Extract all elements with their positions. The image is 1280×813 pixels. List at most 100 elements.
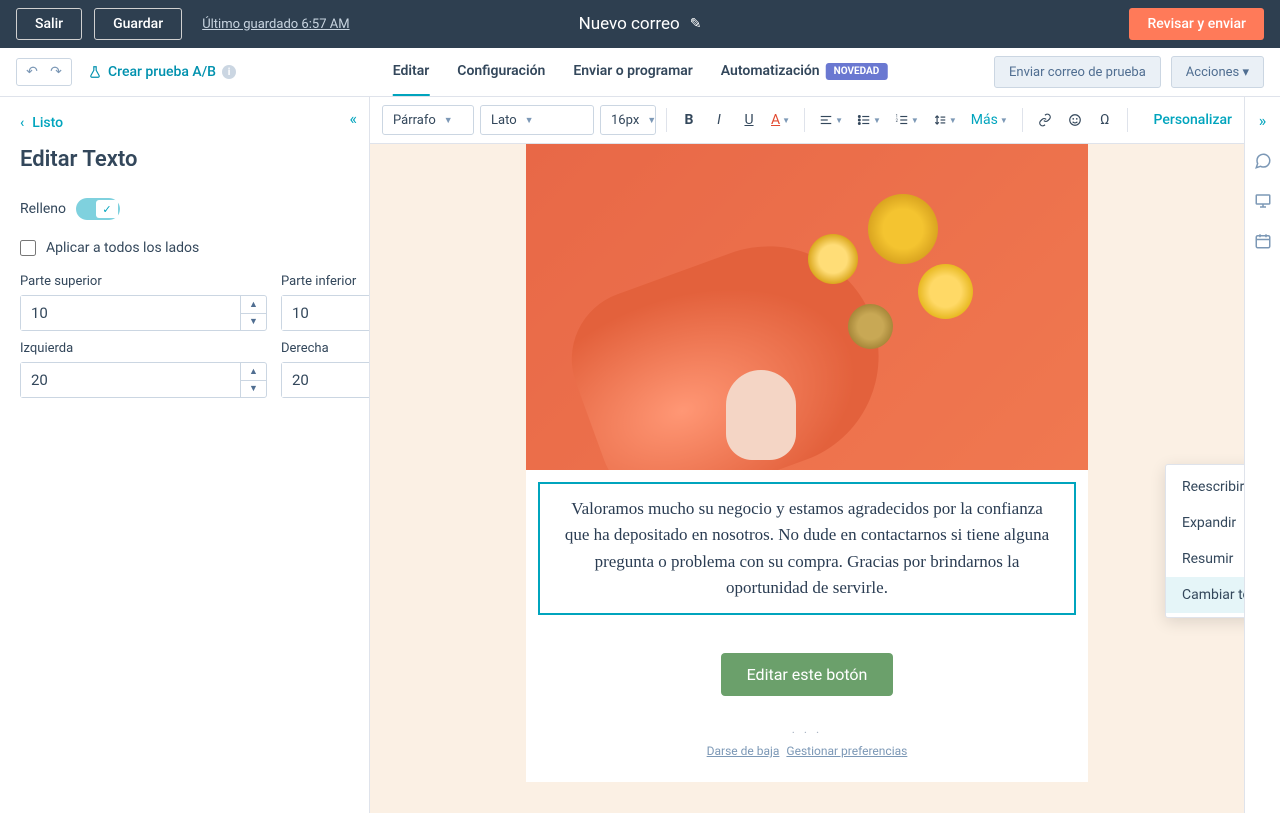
secondary-toolbar: ↶ ↷ Crear prueba A/B i Editar Configurac…	[0, 48, 1280, 97]
left-sidebar: « ‹ Listo Editar Texto Relleno ✓ Aplicar…	[0, 97, 370, 813]
padding-right-input[interactable]	[282, 363, 370, 397]
button-area: Editar este botón	[526, 627, 1088, 722]
ab-test-link[interactable]: Crear prueba A/B i	[88, 64, 236, 80]
padding-top-field: Parte superior ▲ ▼	[20, 274, 267, 331]
stepper-up-icon[interactable]: ▲	[241, 296, 266, 314]
calendar-icon[interactable]	[1254, 232, 1272, 250]
document-title-area: Nuevo correo ✎	[579, 14, 702, 34]
italic-button[interactable]: I	[707, 108, 731, 132]
padding-left-label: Izquierda	[20, 341, 267, 356]
collapse-sidebar-icon[interactable]: «	[349, 109, 357, 128]
display-icon[interactable]	[1254, 192, 1272, 210]
link-button[interactable]	[1033, 108, 1057, 132]
review-send-button[interactable]: Revisar y enviar	[1129, 8, 1264, 40]
tab-automation[interactable]: Automatización NOVEDAD	[721, 48, 887, 96]
email-body: Valoramos mucho su negocio y estamos agr…	[526, 144, 1088, 782]
tab-automation-label: Automatización	[721, 63, 820, 79]
font-value: Lato	[491, 113, 517, 128]
padding-top-label: Parte superior	[20, 274, 267, 289]
padding-toggle[interactable]: ✓	[76, 198, 120, 220]
stepper-down-icon[interactable]: ▼	[241, 314, 266, 331]
redo-button[interactable]: ↷	[46, 64, 66, 80]
top-header: Salir Guardar Último guardado 6:57 AM Nu…	[0, 0, 1280, 48]
bold-button[interactable]: B	[677, 108, 701, 132]
panel-title: Editar Texto	[0, 139, 369, 190]
pencil-icon[interactable]: ✎	[690, 16, 702, 32]
info-icon[interactable]: i	[222, 65, 236, 79]
padding-grid: Parte superior ▲ ▼ Parte inferior ▲ ▼	[0, 268, 369, 404]
emoji-button[interactable]	[1063, 108, 1087, 132]
special-char-button[interactable]: Ω	[1093, 108, 1117, 132]
right-ribbon: »	[1244, 97, 1280, 813]
exit-button[interactable]: Salir	[16, 8, 82, 40]
back-link[interactable]: ‹ Listo	[0, 97, 369, 139]
svg-text:2: 2	[895, 118, 898, 123]
unsubscribe-link[interactable]: Darse de baja	[707, 744, 780, 758]
size-dropdown[interactable]: 16px ▼	[600, 105, 656, 135]
padding-top-stepper: ▲ ▼	[20, 295, 267, 331]
list-ul-button[interactable]: ▼	[853, 108, 885, 132]
style-dropdown[interactable]: Párrafo ▼	[382, 105, 474, 135]
stepper-down-icon[interactable]: ▼	[241, 381, 266, 398]
toggle-handle: ✓	[96, 200, 118, 218]
flowers-graphic	[788, 164, 1028, 384]
separator	[804, 108, 805, 132]
padding-left-field: Izquierda ▲ ▼	[20, 341, 267, 398]
padding-left-stepper: ▲ ▼	[20, 362, 267, 398]
header-right-actions: Enviar correo de prueba Acciones ▾	[994, 56, 1264, 88]
document-title: Nuevo correo	[579, 14, 680, 34]
undo-button[interactable]: ↶	[22, 64, 42, 80]
footer-links: Darse de baja Gestionar preferencias	[526, 736, 1088, 782]
padding-left-input[interactable]	[21, 363, 240, 397]
padding-bottom-label: Parte inferior	[281, 274, 370, 289]
align-button[interactable]: ▼	[815, 108, 847, 132]
menu-item-summarize[interactable]: Resumir	[1166, 541, 1244, 577]
list-ol-button[interactable]: 12 ▼	[891, 108, 923, 132]
padding-top-input[interactable]	[21, 296, 240, 330]
save-button[interactable]: Guardar	[94, 8, 182, 40]
padding-right-field: Derecha ▲ ▼	[281, 341, 370, 398]
send-test-button[interactable]: Enviar correo de prueba	[994, 56, 1161, 88]
text-toolbar: Párrafo ▼ Lato ▼ 16px ▼ B I U A▼ ▼	[370, 97, 1244, 144]
text-block-selected[interactable]: Valoramos mucho su negocio y estamos agr…	[538, 482, 1076, 615]
tab-send[interactable]: Enviar o programar	[573, 48, 692, 96]
stepper-buttons: ▲ ▼	[240, 363, 266, 397]
tab-config[interactable]: Configuración	[457, 48, 545, 96]
chevron-down-icon: ▼	[647, 115, 656, 126]
expand-panel-icon[interactable]: »	[1259, 111, 1267, 130]
padding-bottom-input[interactable]	[282, 296, 370, 330]
personalize-link[interactable]: Personalizar	[1154, 112, 1232, 128]
font-dropdown[interactable]: Lato ▼	[480, 105, 594, 135]
comments-icon[interactable]	[1254, 152, 1272, 170]
main-tabs: Editar Configuración Enviar o programar …	[393, 48, 888, 96]
menu-item-expand[interactable]: Expandir	[1166, 505, 1244, 541]
cta-button[interactable]: Editar este botón	[721, 653, 894, 696]
footer-dots: . . .	[526, 722, 1088, 736]
actions-dropdown[interactable]: Acciones ▾	[1171, 56, 1264, 88]
padding-right-stepper: ▲ ▼	[281, 362, 370, 398]
text-color-button[interactable]: A▼	[767, 108, 794, 132]
separator	[666, 108, 667, 132]
back-label: Listo	[32, 115, 63, 131]
menu-item-rewrite[interactable]: Reescribir	[1166, 469, 1244, 505]
chevron-down-icon: ▼	[525, 115, 534, 126]
manage-prefs-link[interactable]: Gestionar preferencias	[786, 744, 907, 758]
padding-toggle-row: Relleno ✓	[0, 190, 369, 228]
flower-icon	[808, 234, 858, 284]
hero-image[interactable]	[526, 144, 1088, 470]
padding-bottom-stepper: ▲ ▼	[281, 295, 370, 331]
underline-button[interactable]: U	[737, 108, 761, 132]
separator	[1022, 108, 1023, 132]
apply-all-checkbox[interactable]	[20, 240, 36, 256]
last-saved-link[interactable]: Último guardado 6:57 AM	[202, 17, 349, 32]
tab-edit[interactable]: Editar	[393, 48, 430, 96]
flask-icon	[88, 65, 102, 79]
flower-icon	[918, 264, 973, 319]
line-height-button[interactable]: ▼	[929, 108, 961, 132]
stepper-buttons: ▲ ▼	[240, 296, 266, 330]
email-canvas[interactable]: Valoramos mucho su negocio y estamos agr…	[370, 144, 1244, 813]
stepper-up-icon[interactable]: ▲	[241, 363, 266, 381]
padding-label: Relleno	[20, 201, 66, 217]
more-dropdown[interactable]: Más▼	[967, 108, 1012, 132]
menu-item-change-tone[interactable]: Cambiar tono ›	[1166, 577, 1244, 613]
